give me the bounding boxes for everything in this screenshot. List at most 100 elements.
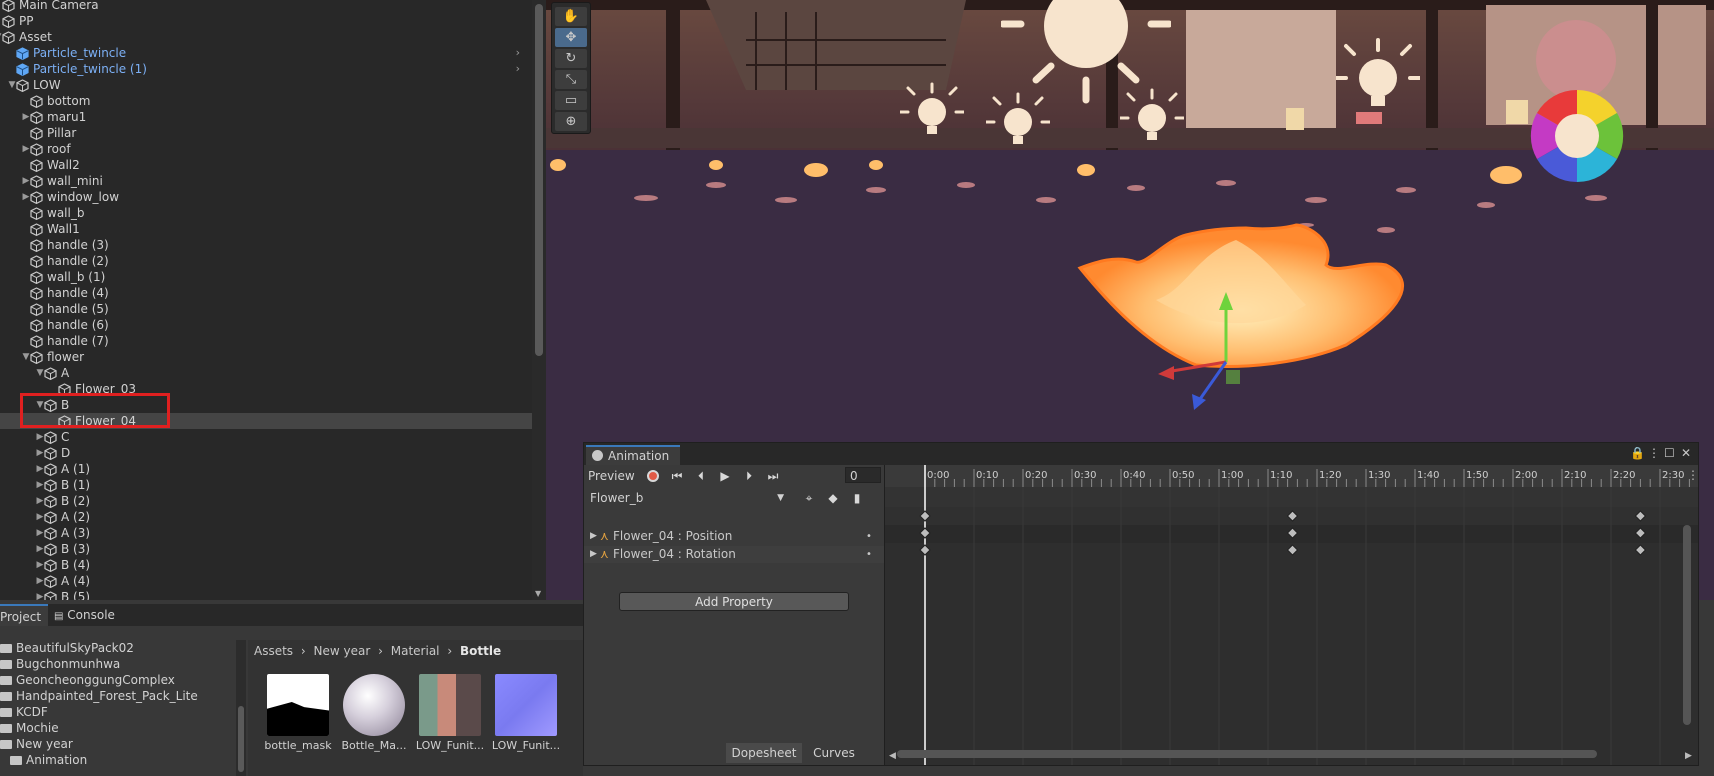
- hierarchy-item[interactable]: wall_b (1): [0, 269, 532, 285]
- hierarchy-item[interactable]: Pillar: [0, 125, 532, 141]
- chevron-right-icon[interactable]: ▶: [590, 528, 597, 545]
- bulb-light-icon[interactable]: [900, 82, 964, 142]
- close-icon[interactable]: ✕: [1681, 446, 1691, 460]
- hierarchy-item[interactable]: ▶ A (4): [0, 573, 532, 589]
- property-row[interactable]: ▶ ⋏ Flower_04 : Rotation •: [584, 546, 884, 563]
- scroll-down-icon[interactable]: ▼: [535, 589, 541, 598]
- asset-item[interactable]: Bottle_Ma...: [338, 674, 410, 752]
- record-button[interactable]: [642, 467, 664, 485]
- asset-item[interactable]: LOW_Funit...: [490, 674, 562, 752]
- hand-tool-icon[interactable]: ✋: [555, 7, 587, 26]
- hierarchy-item[interactable]: handle (6): [0, 317, 532, 333]
- hierarchy-item[interactable]: ▶ A (2): [0, 509, 532, 525]
- hierarchy-item[interactable]: ▶ B (2): [0, 493, 532, 509]
- property-options-icon[interactable]: •: [866, 546, 872, 563]
- rotate-tool-icon[interactable]: ↻: [555, 49, 587, 68]
- hierarchy-item[interactable]: ▶ B (1): [0, 477, 532, 493]
- hierarchy-item[interactable]: handle (5): [0, 301, 532, 317]
- gameobject-icon: [44, 559, 57, 572]
- maximize-icon[interactable]: ☐: [1664, 446, 1675, 460]
- folder-scrollbar[interactable]: [236, 640, 246, 776]
- hierarchy-item[interactable]: ▶ B (4): [0, 557, 532, 573]
- hierarchy-item[interactable]: ▶ A (1): [0, 461, 532, 477]
- hierarchy-item[interactable]: bottom: [0, 93, 532, 109]
- breadcrumb-item[interactable]: Assets: [254, 644, 293, 658]
- clip-dropdown[interactable]: Flower_b ▼: [586, 489, 790, 507]
- hierarchy-item[interactable]: Wall2: [0, 157, 532, 173]
- scrollbar-thumb[interactable]: [238, 706, 244, 772]
- last-key-button[interactable]: ⏭: [762, 467, 784, 485]
- move-tool-icon[interactable]: ✥: [555, 28, 587, 47]
- filter-by-selection-icon[interactable]: ⌖: [798, 489, 820, 507]
- timeline-canvas[interactable]: 0:00 0:10 0:20 0:30 0:40 0:50 1:00 1:10 1:20 1:30…: [885, 465, 1698, 765]
- property-row[interactable]: ▶ ⋏ Flower_04 : Position •: [584, 528, 884, 545]
- hierarchy-item[interactable]: ▶ window_low: [0, 189, 532, 205]
- folder-item[interactable]: Mochie: [0, 720, 59, 736]
- chevron-right-icon[interactable]: ›: [516, 45, 520, 61]
- hierarchy-item[interactable]: ▶ A (3): [0, 525, 532, 541]
- hierarchy-item[interactable]: Particle_twincle ›: [0, 45, 532, 61]
- chevron-right-icon[interactable]: ▶: [590, 546, 597, 563]
- tab-animation[interactable]: Animation: [586, 445, 680, 465]
- folder-item[interactable]: BeautifulSkyPack02: [0, 640, 134, 656]
- transform-tool-icon[interactable]: ⊕: [555, 112, 587, 131]
- next-key-button[interactable]: ⏵: [738, 467, 760, 485]
- hierarchy-item[interactable]: handle (2): [0, 253, 532, 269]
- breadcrumb-item[interactable]: New year: [314, 644, 371, 658]
- add-keyframe-icon[interactable]: ◆: [822, 489, 844, 507]
- property-options-icon[interactable]: •: [866, 528, 872, 545]
- folder-item[interactable]: Bugchonmunhwa: [0, 656, 120, 672]
- rect-tool-icon[interactable]: ▭: [555, 91, 587, 110]
- chevron-right-icon[interactable]: ›: [516, 61, 520, 77]
- tab-console[interactable]: ▤ Console: [54, 604, 124, 626]
- hierarchy-item[interactable]: ▶ wall_mini: [0, 173, 532, 189]
- hierarchy-item[interactable]: ▶ C: [0, 429, 532, 445]
- folder-item[interactable]: GeoncheonggungComplex: [0, 672, 175, 688]
- bulb-light-icon[interactable]: [986, 92, 1050, 152]
- hierarchy-item[interactable]: ▼ A: [0, 365, 532, 381]
- prev-key-button[interactable]: ⏴: [690, 467, 712, 485]
- hierarchy-item[interactable]: ▶ roof: [0, 141, 532, 157]
- preview-toggle[interactable]: Preview: [588, 467, 635, 485]
- hierarchy-item[interactable]: Wall1: [0, 221, 532, 237]
- hierarchy-item[interactable]: PP: [0, 13, 532, 29]
- hierarchy-item[interactable]: ▶ B (3): [0, 541, 532, 557]
- asset-item[interactable]: LOW_Funit...: [414, 674, 486, 752]
- curves-tab[interactable]: Curves: [804, 743, 864, 763]
- tab-project[interactable]: Project: [0, 604, 48, 626]
- add-property-button[interactable]: Add Property: [619, 592, 849, 611]
- hierarchy-item[interactable]: ▼Asset: [0, 29, 532, 45]
- breadcrumb-item[interactable]: Bottle: [460, 644, 501, 658]
- hierarchy-scrollbar[interactable]: ▼: [532, 0, 546, 600]
- frame-input[interactable]: 0: [845, 467, 881, 483]
- scale-tool-icon[interactable]: ⤡: [555, 70, 587, 89]
- hierarchy-item[interactable]: handle (3): [0, 237, 532, 253]
- hierarchy-item[interactable]: ▶ maru1: [0, 109, 532, 125]
- folder-item[interactable]: Animation: [10, 752, 87, 768]
- play-button[interactable]: ▶: [714, 467, 736, 485]
- lock-icon[interactable]: 🔒: [1630, 446, 1645, 460]
- scrollbar-thumb[interactable]: [535, 4, 543, 356]
- first-key-button[interactable]: ⏮: [666, 467, 688, 485]
- color-wheel-icon[interactable]: [1527, 86, 1627, 186]
- folder-item[interactable]: New year: [0, 736, 73, 752]
- hierarchy-item[interactable]: handle (4): [0, 285, 532, 301]
- hierarchy-item[interactable]: handle (7): [0, 333, 532, 349]
- hierarchy-item[interactable]: ▼ LOW: [0, 77, 532, 93]
- folder-item[interactable]: KCDF: [0, 704, 48, 720]
- more-menu-icon[interactable]: ⋮: [1648, 446, 1660, 460]
- hierarchy-item[interactable]: ▼ flower: [0, 349, 532, 365]
- add-event-icon[interactable]: ▮: [846, 489, 868, 507]
- breadcrumb-item[interactable]: Material: [391, 644, 440, 658]
- asset-item[interactable]: bottle_mask: [262, 674, 334, 752]
- hierarchy-item[interactable]: ▶ D: [0, 445, 532, 461]
- hierarchy-item[interactable]: Main Camera: [0, 0, 532, 13]
- dopesheet-timeline[interactable]: 0:00 0:10 0:20 0:30 0:40 0:50 1:00 1:10 1:20 1:30…: [885, 465, 1698, 765]
- dopesheet-tab[interactable]: Dopesheet: [726, 743, 802, 763]
- hierarchy-item[interactable]: wall_b: [0, 205, 532, 221]
- folder-item[interactable]: Handpainted_Forest_Pack_Lite: [0, 688, 198, 704]
- bulb-light-icon[interactable]: [1120, 88, 1184, 148]
- hierarchy-item[interactable]: ▶ B (5): [0, 589, 532, 600]
- hierarchy-item[interactable]: Particle_twincle (1) ›: [0, 61, 532, 77]
- bulb-light-icon[interactable]: [1336, 38, 1420, 118]
